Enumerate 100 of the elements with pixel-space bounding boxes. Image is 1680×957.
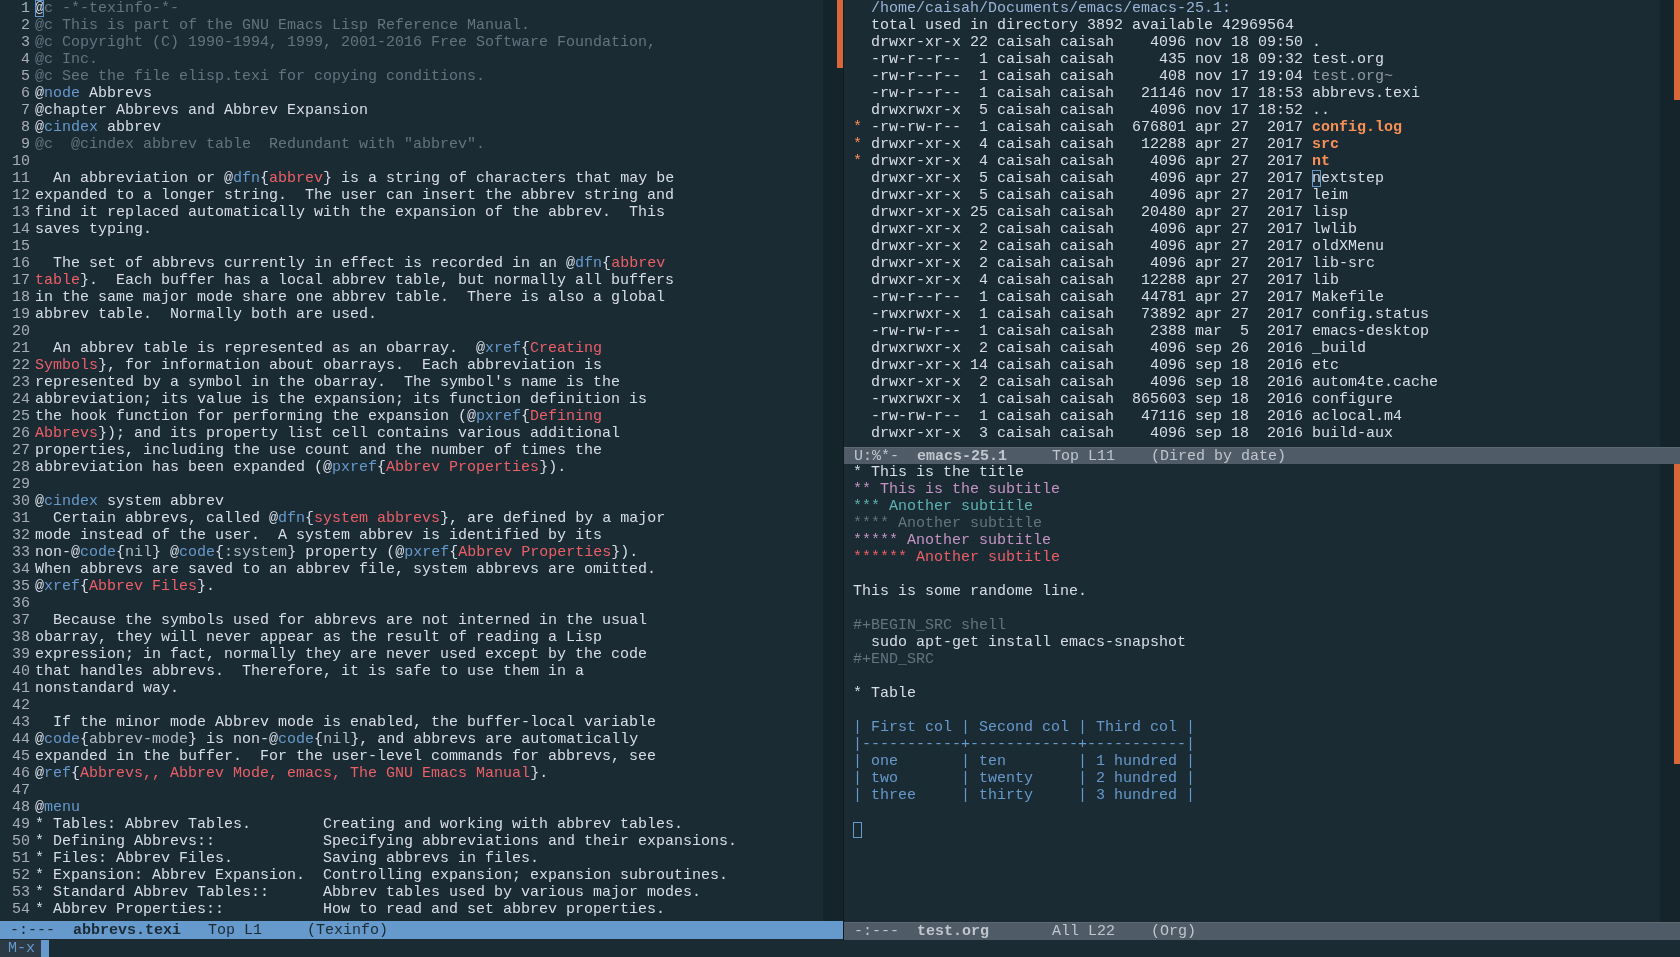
- code-line: The set of abbrevs currently in effect is recorded in an @dfn{abbrev: [52, 255, 667, 272]
- code-line: * Files: Abbrev Files. Saving abbrevs in files.: [35, 850, 541, 867]
- line-number: 22: [12, 357, 30, 374]
- line-number: 53: [12, 884, 30, 901]
- line-number: 49: [12, 816, 30, 833]
- code-line: @c @cindex abbrev table Redundant with "abbrev".: [35, 136, 487, 153]
- line-number: 12: [12, 187, 30, 204]
- code-line: When abbrevs are saved to an abbrev file, system abbrevs are omitted.: [35, 561, 658, 578]
- scroll-bar[interactable]: [1660, 464, 1680, 922]
- file-entry[interactable]: -rwxrwxr-x 1 caisah caisah 865603 sep 18 2016 configure: [853, 391, 1660, 408]
- file-entry[interactable]: drwxr-xr-x 4 caisah caisah 12288 apr 27 2017 lib: [853, 272, 1660, 289]
- file-entry[interactable]: drwxr-xr-x 5 caisah caisah 4096 apr 27 2017 nextstep: [853, 170, 1660, 187]
- code-line: An abbrev table is represented as an obarray. @xref{Creating: [52, 340, 604, 357]
- file-entry[interactable]: drwxr-xr-x 2 caisah caisah 4096 apr 27 2017 oldXMenu: [853, 238, 1660, 255]
- file-entry[interactable]: -rw-r--r-- 1 caisah caisah 408 nov 17 19:04 test.org~: [853, 68, 1660, 85]
- directory-path: /home/caisah/Documents/emacs/emacs-25.1:: [870, 0, 1233, 17]
- code-line: @node Abbrevs: [35, 85, 154, 102]
- file-entry[interactable]: -rw-r--r-- 1 caisah caisah 44781 apr 27 2017 Makefile: [853, 289, 1660, 306]
- file-entry[interactable]: -rw-r--r-- 1 caisah caisah 435 nov 18 09:32 test.org: [853, 51, 1660, 68]
- file-entry[interactable]: drwxr-xr-x 2 caisah caisah 4096 sep 18 2016 autom4te.cache: [853, 374, 1660, 391]
- line-number: 45: [12, 748, 30, 765]
- buffer-name: emacs-25.1: [917, 447, 1008, 465]
- file-entry[interactable]: -rw-r--r-- 1 caisah caisah 21146 nov 17 18:53 abbrevs.texi: [853, 85, 1660, 102]
- line-number: 14: [12, 221, 30, 238]
- code-line: expression; in fact, normally they are never used except by the code: [35, 646, 649, 663]
- buffer-position: Top L1: [208, 922, 264, 939]
- heading: * Table: [853, 685, 917, 702]
- code-line: @ref{Abbrevs,, Abbrev Mode, emacs, The GNU Emacs Manual}.: [35, 765, 550, 782]
- file-entry[interactable]: drwxr-xr-x 3 caisah caisah 4096 sep 18 2016 build-aux: [853, 425, 1660, 442]
- line-number: 39: [12, 646, 30, 663]
- code-line: find it replaced automatically with the expansion of the abbrev. This: [35, 204, 667, 221]
- file-entry[interactable]: drwxrwxr-x 5 caisah caisah 4096 nov 17 18:52 ..: [853, 102, 1660, 119]
- line-number: 52: [12, 867, 30, 884]
- code-line: @c Inc.: [35, 51, 99, 68]
- file-entry[interactable]: drwxr-xr-x 5 caisah caisah 4096 apr 27 2017 leim: [853, 187, 1660, 204]
- code-line: @c This is part of the GNU Emacs Lisp Reference Manual.: [35, 17, 532, 34]
- scroll-bar[interactable]: [823, 0, 843, 921]
- table-row-text: |-----------+------------+-----------|: [853, 736, 1197, 753]
- line-number: 1: [21, 0, 30, 17]
- file-entry[interactable]: * drwxr-xr-x 4 caisah caisah 4096 apr 27 2017 nt: [853, 153, 1660, 170]
- file-entry[interactable]: -rwxrwxr-x 1 caisah caisah 73892 apr 27 2017 config.status: [853, 306, 1660, 323]
- code-line: If the minor mode Abbrev mode is enabled, the buffer-local variable: [52, 714, 658, 731]
- code-line: expanded to a longer string. The user can insert the abbrev string and: [35, 187, 676, 204]
- code-line: mode instead of the user. A system abbrev is identified by its: [35, 527, 604, 544]
- file-entry[interactable]: drwxr-xr-x 22 caisah caisah 4096 nov 18 09:50 .: [853, 34, 1660, 51]
- file-entry[interactable]: -rw-rw-r-- 1 caisah caisah 47116 sep 18 2016 aclocal.m4: [853, 408, 1660, 425]
- table-row-text: | First col | Second col | Third col |: [853, 719, 1197, 736]
- file-entry[interactable]: drwxrwxr-x 2 caisah caisah 4096 sep 26 2016 _build: [853, 340, 1660, 357]
- line-number: 11: [12, 170, 30, 187]
- line-number: 50: [12, 833, 30, 850]
- line-number: 24: [12, 391, 30, 408]
- file-entry[interactable]: * drwxr-xr-x 4 caisah caisah 12288 apr 27 2017 src: [853, 136, 1660, 153]
- scroll-bar[interactable]: [1660, 0, 1680, 447]
- file-entry[interactable]: drwxr-xr-x 2 caisah caisah 4096 apr 27 2017 lib-src: [853, 255, 1660, 272]
- code-line: that handles abbrevs. Therefore, it is safe to use them in a: [35, 663, 586, 680]
- line-number: 10: [12, 153, 30, 170]
- heading: ***** Another subtitle: [853, 532, 1053, 549]
- buffer-position: Top L11: [1052, 447, 1117, 465]
- code-line: * Tables: Abbrev Tables. Creating and working with abbrev tables.: [35, 816, 685, 833]
- scroll-thumb[interactable]: [1674, 464, 1680, 764]
- scroll-thumb[interactable]: [1674, 0, 1680, 100]
- code-line: @c Copyright (C) 1990-1994, 1999, 2001-2016 Free Software Foundation,: [35, 34, 658, 51]
- code-line: @cindex system abbrev: [35, 493, 226, 510]
- line-number: 48: [12, 799, 30, 816]
- code-line: abbrev table. Normally both are used.: [35, 306, 379, 323]
- line-number: 8: [21, 119, 30, 136]
- block-delimiter: #+END_SRC: [853, 651, 935, 668]
- line-number: 33: [12, 544, 30, 561]
- file-entry[interactable]: drwxr-xr-x 25 caisah caisah 20480 apr 27 2017 lisp: [853, 204, 1660, 221]
- line-number: 3: [21, 34, 30, 51]
- line-number: 4: [21, 51, 30, 68]
- file-entry[interactable]: * -rw-rw-r-- 1 caisah caisah 676801 apr 27 2017 config.log: [853, 119, 1660, 136]
- line-number: 32: [12, 527, 30, 544]
- line-number: 36: [12, 595, 30, 612]
- code-line: * Expansion: Abbrev Expansion. Controlling expansion; expansion subroutines.: [35, 867, 730, 884]
- code-line: non-@code{nil} @code{:system} property (@pxref{Abbrev Properties}).: [35, 544, 640, 561]
- directory-summary: total used in directory 3892 available 42969564: [870, 17, 1296, 34]
- line-number: 30: [12, 493, 30, 510]
- code-line: Symbols}, for information about obarrays. Each abbreviation is: [35, 357, 604, 374]
- line-number: 46: [12, 765, 30, 782]
- line-number: 23: [12, 374, 30, 391]
- line-number: 9: [21, 136, 30, 153]
- line-number: 37: [12, 612, 30, 629]
- file-entry[interactable]: drwxr-xr-x 14 caisah caisah 4096 sep 18 2016 etc: [853, 357, 1660, 374]
- line-number: 31: [12, 510, 30, 527]
- buffer-position: All L22: [1052, 923, 1117, 940]
- file-entry[interactable]: drwxr-xr-x 2 caisah caisah 4096 apr 27 2017 lwlib: [853, 221, 1660, 238]
- scroll-thumb[interactable]: [837, 0, 843, 68]
- code-line: Certain abbrevs, called @dfn{system abbrevs}, are defined by a major: [52, 510, 667, 527]
- code-line: @menu: [35, 799, 82, 816]
- file-entry[interactable]: -rw-rw-r-- 1 caisah caisah 2388 mar 5 2017 emacs-desktop: [853, 323, 1660, 340]
- buffer-state: U:%*-: [854, 447, 900, 465]
- buffer-state: -:---: [854, 923, 900, 940]
- code-line: @code{abbrev-mode} is non-@code{nil}, and abbrevs are automatically: [35, 731, 640, 748]
- line-number: 27: [12, 442, 30, 459]
- line-number: 7: [21, 102, 30, 119]
- line-number: 15: [12, 238, 30, 255]
- line-number: 28: [12, 459, 30, 476]
- code-line: in the same major mode share one abbrev table. There is also a global: [35, 289, 667, 306]
- line-number: 6: [21, 85, 30, 102]
